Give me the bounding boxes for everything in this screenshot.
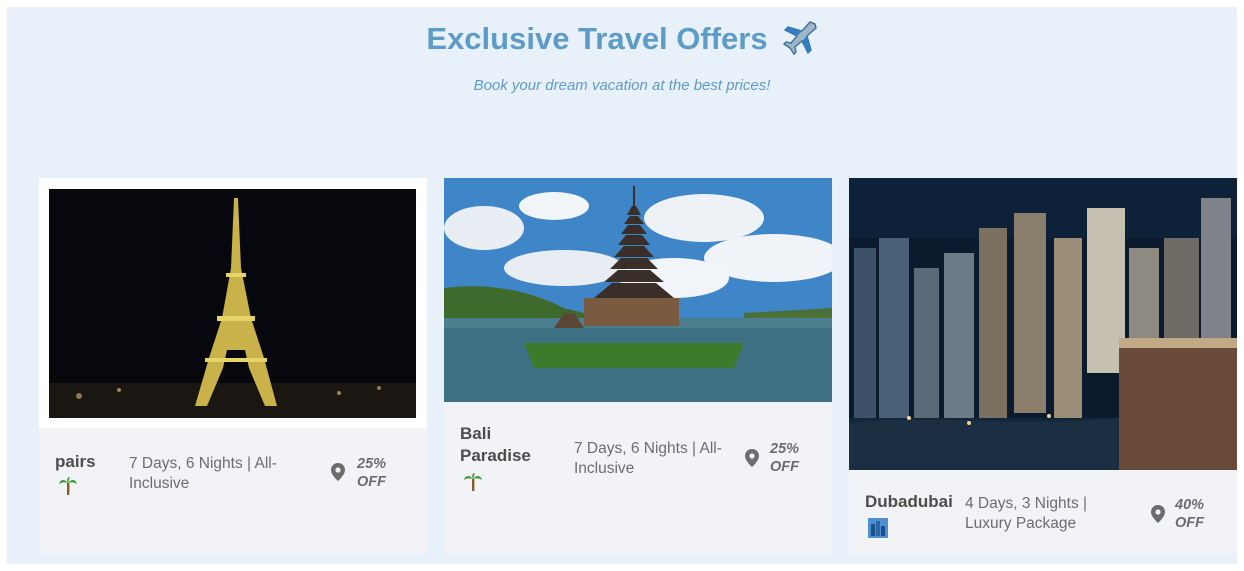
offer-name: Bali Paradise [460, 424, 531, 465]
offer-description: 7 Days, 6 Nights | All-Inclusive [129, 455, 277, 492]
palm-tree-icon [59, 477, 77, 495]
offer-image-paris [39, 178, 427, 428]
airplane-icon [782, 21, 817, 56]
page-title-text: Exclusive Travel Offers [426, 21, 768, 56]
offer-description: 7 Days, 6 Nights | All-Inclusive [574, 440, 722, 477]
offer-image-dubai [849, 178, 1237, 470]
offer-card-paris[interactable]: pairs 7 Days, 6 Nights | All-Inclusive 2… [39, 178, 427, 554]
palm-tree-icon [464, 473, 482, 491]
offer-image-bali [444, 178, 832, 402]
offer-discount: 40% OFF [1175, 497, 1205, 531]
offer-description: 4 Days, 3 Nights | Luxury Package [965, 495, 1088, 532]
location-pin-icon [745, 449, 759, 467]
city-icon [868, 518, 888, 538]
page-title: Exclusive Travel Offers [0, 21, 1244, 57]
offer-discount: 25% OFF [357, 456, 387, 490]
offer-name: Dubadubai [865, 492, 953, 511]
offer-card-bali[interactable]: Bali Paradise 7 Days, 6 Nights | All-Inc… [444, 178, 832, 554]
offer-card-dubai[interactable]: Dubadubai 4 Days, 3 Nights | Luxury Pack… [849, 178, 1237, 554]
location-pin-icon [1151, 505, 1165, 523]
offer-name: pairs [55, 452, 96, 471]
location-pin-icon [331, 463, 345, 481]
offer-discount: 25% OFF [770, 441, 800, 475]
page-subtitle: Book your dream vacation at the best pri… [473, 77, 771, 94]
